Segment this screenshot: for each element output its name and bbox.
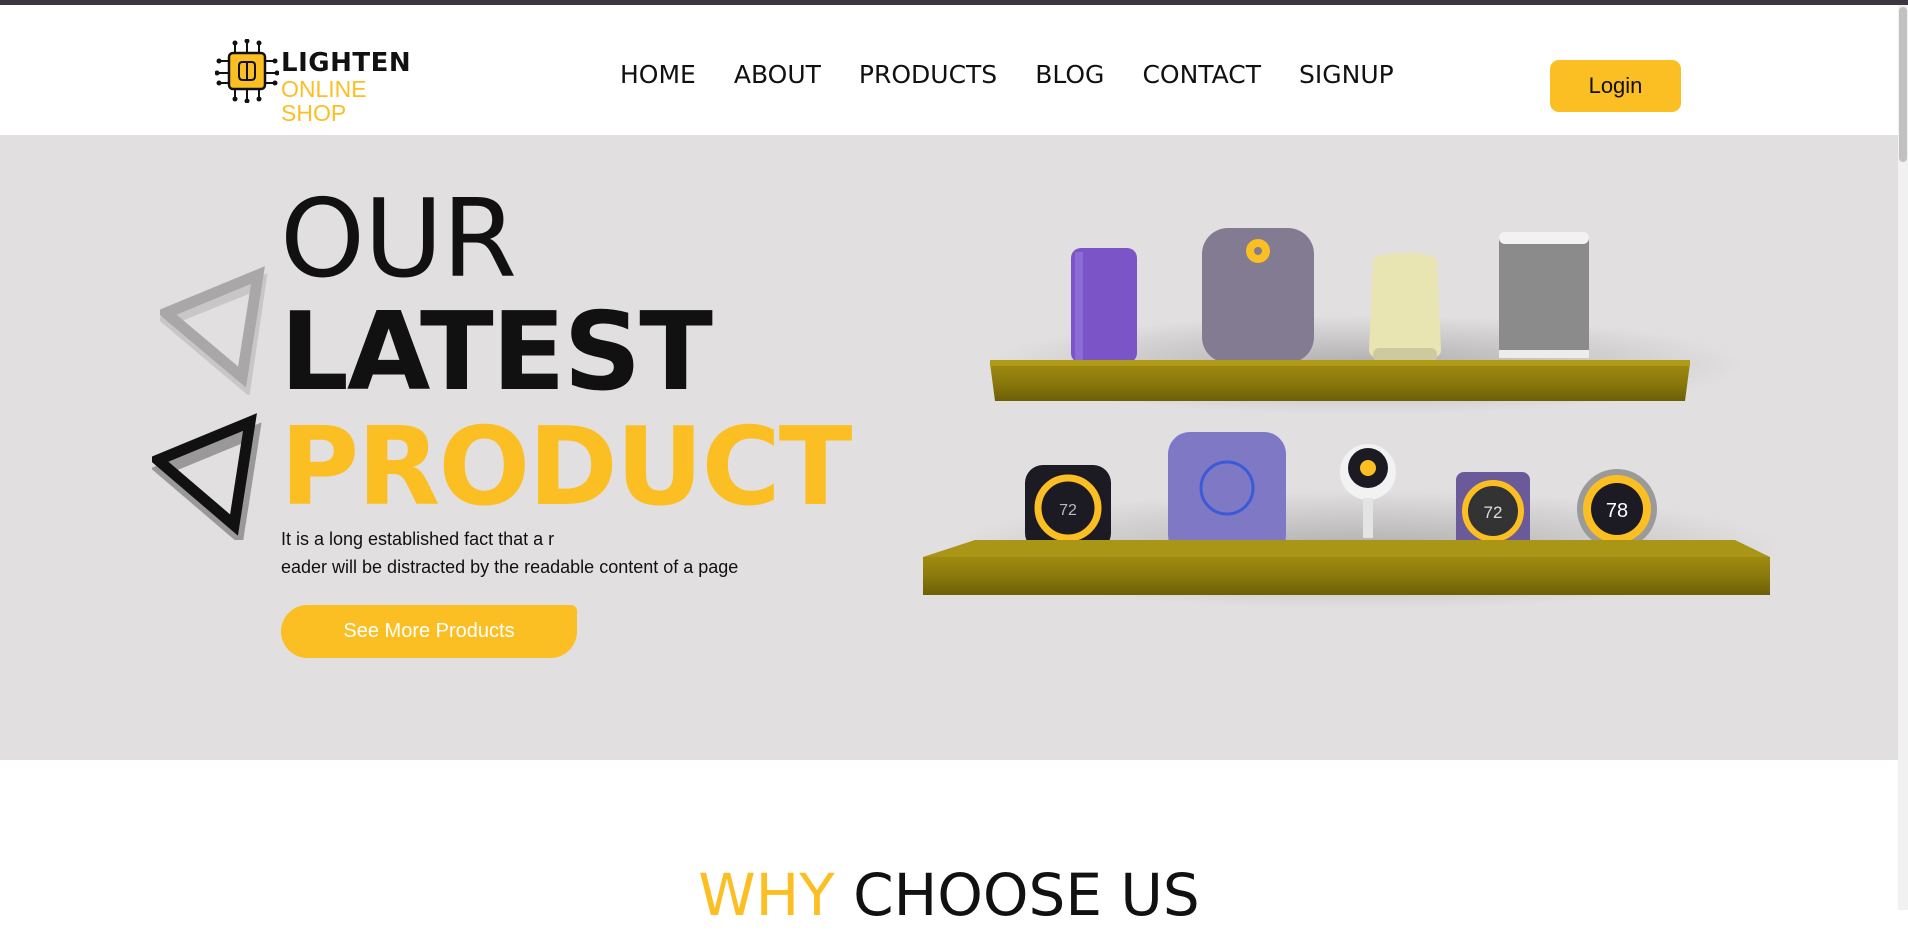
brand-subtitle: ONLINE SHOP <box>281 76 367 126</box>
nav-item-products[interactable]: PRODUCTS <box>859 55 997 95</box>
decorative-triangle-black-icon <box>152 413 262 540</box>
product-shelves-image: 72 72 78 <box>923 228 1775 610</box>
nav-item-about[interactable]: ABOUT <box>734 55 821 95</box>
device-readout-3: 78 <box>1606 500 1628 522</box>
chip-logo-icon <box>215 39 279 103</box>
decorative-triangle-outline-icon <box>160 266 268 395</box>
main-nav: HOME ABOUT PRODUCTS BLOG CONTACT SIGNUP <box>620 55 1432 95</box>
hero-description-line1: It is a long established fact that a r <box>281 529 555 549</box>
device-readout-2: 72 <box>1484 503 1503 522</box>
scrollbar-thumb[interactable] <box>1899 7 1907 162</box>
brand-logo[interactable]: LIGHTEN ONLINE SHOP <box>215 35 435 125</box>
choose-us-words: CHOOSE US <box>853 861 1200 929</box>
hero-description: It is a long established fact that a r e… <box>281 525 801 581</box>
hero-heading-our: OUR <box>280 177 517 302</box>
see-more-products-button[interactable]: See More Products <box>281 605 577 658</box>
site-header: LIGHTEN ONLINE SHOP HOME ABOUT PRODUCTS … <box>0 5 1898 135</box>
why-word: WHY <box>698 861 835 929</box>
device-readout-1: 72 <box>1059 502 1077 519</box>
nav-item-signup[interactable]: SIGNUP <box>1299 55 1394 95</box>
login-button[interactable]: Login <box>1550 60 1681 112</box>
page-scrollbar[interactable] <box>1898 5 1908 910</box>
why-choose-us-heading: WHY CHOOSE US <box>0 860 1898 930</box>
hero-heading-product: PRODUCT <box>280 405 852 530</box>
nav-item-home[interactable]: HOME <box>620 55 696 95</box>
nav-item-blog[interactable]: BLOG <box>1035 55 1104 95</box>
hero-heading-latest: LATEST <box>280 290 713 415</box>
brand-title: LIGHTEN <box>281 48 412 78</box>
hero-description-line2: eader will be distracted by the readable… <box>281 557 739 577</box>
nav-item-contact[interactable]: CONTACT <box>1142 55 1261 95</box>
